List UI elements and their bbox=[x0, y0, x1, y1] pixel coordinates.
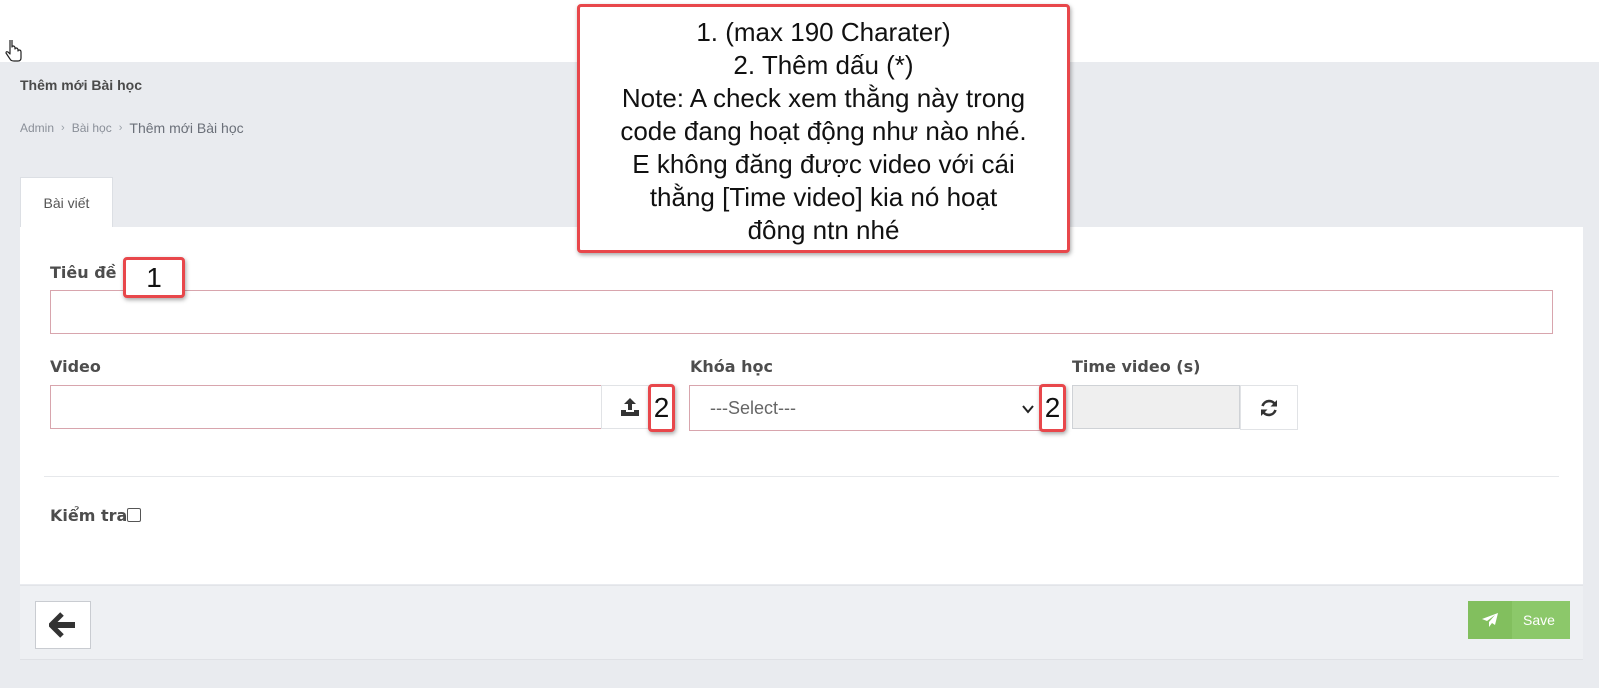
annotation-line: thằng [Time video] kia nó hoạt bbox=[649, 182, 998, 212]
back-button[interactable] bbox=[35, 601, 91, 649]
annotation-marker-course: 2 bbox=[1039, 384, 1066, 432]
annotation-line: code đang hoạt động như nào nhé. bbox=[620, 116, 1027, 146]
chevron-down-icon bbox=[1022, 405, 1034, 414]
time-video-input bbox=[1072, 385, 1240, 429]
refresh-icon bbox=[1261, 399, 1277, 416]
time-video-label: Time video (s) bbox=[1072, 357, 1201, 376]
annotation-marker-title: 1 bbox=[123, 257, 185, 298]
annotation-marker-video: 2 bbox=[648, 384, 675, 432]
title-input[interactable] bbox=[50, 290, 1553, 334]
breadcrumb-admin[interactable]: Admin bbox=[20, 121, 54, 135]
save-button[interactable]: Save bbox=[1468, 601, 1570, 639]
form-footer bbox=[20, 585, 1583, 660]
check-checkbox[interactable] bbox=[127, 508, 141, 522]
chevron-right-icon: › bbox=[61, 122, 65, 134]
form-divider bbox=[44, 476, 1559, 477]
course-label: Khóa học bbox=[690, 357, 774, 376]
upload-icon bbox=[621, 398, 639, 416]
course-select-value: ---Select--- bbox=[710, 397, 796, 418]
breadcrumb: Admin › Bài học › Thêm mới Bài học bbox=[20, 120, 244, 136]
chevron-right-icon: › bbox=[118, 122, 123, 134]
video-input[interactable] bbox=[50, 385, 602, 429]
page-title: Thêm mới Bài học bbox=[20, 77, 142, 93]
arrow-left-icon bbox=[49, 612, 75, 638]
annotation-line: E không đăng được video với cái bbox=[632, 149, 1015, 179]
annotation-line: Note: A check xem thằng này trong bbox=[621, 83, 1026, 113]
title-label: Tiêu đề bbox=[50, 263, 117, 282]
annotation-note: 1. (max 190 Charater) 2. Thêm dấu (*) No… bbox=[577, 4, 1070, 253]
check-label: Kiểm tra bbox=[50, 506, 128, 525]
refresh-button[interactable] bbox=[1240, 385, 1298, 430]
tab-article[interactable]: Bài viết bbox=[20, 177, 113, 228]
annotation-line: đông ntn nhé bbox=[747, 215, 900, 245]
breadcrumb-lessons[interactable]: Bài học bbox=[72, 121, 112, 135]
paper-plane-icon bbox=[1468, 601, 1512, 639]
course-select[interactable]: ---Select--- bbox=[689, 385, 1041, 431]
breadcrumb-current: Thêm mới Bài học bbox=[129, 120, 244, 136]
video-label: Video bbox=[50, 357, 101, 376]
save-label: Save bbox=[1523, 612, 1555, 628]
annotation-line: 2. Thêm dấu (*) bbox=[733, 50, 914, 80]
annotation-line: 1. (max 190 Charater) bbox=[696, 17, 951, 47]
